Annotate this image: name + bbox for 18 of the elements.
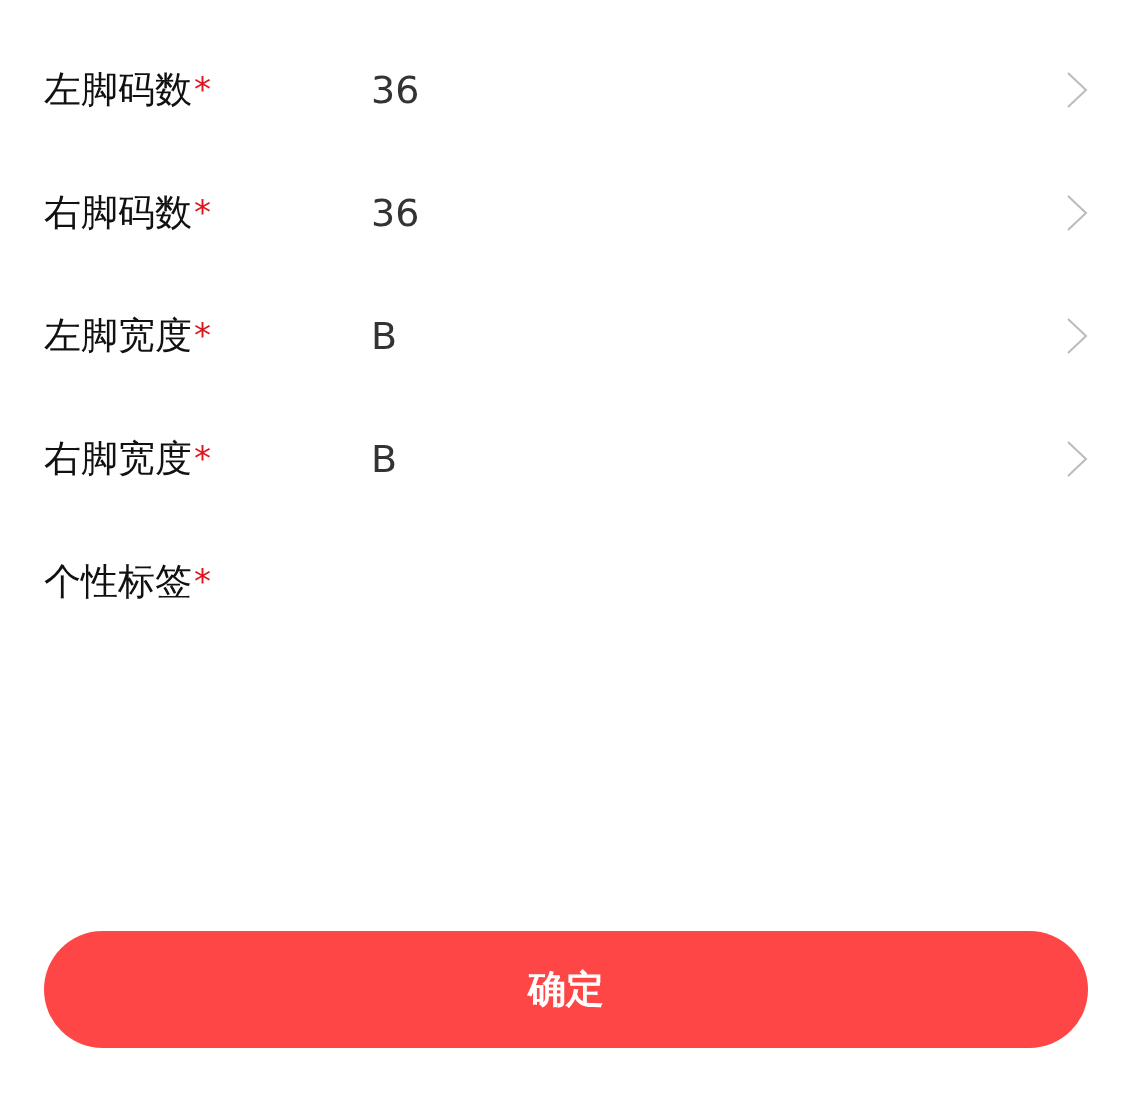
chevron-right-icon[interactable] <box>1066 193 1088 232</box>
required-mark: * <box>194 68 211 109</box>
field-value[interactable]: B <box>371 313 1066 358</box>
field-label: 右脚宽度 <box>44 435 192 482</box>
field-value[interactable]: 36 <box>371 190 1066 235</box>
field-value[interactable]: 36 <box>371 67 1066 112</box>
field-label: 个性标签 <box>44 558 192 605</box>
required-mark: * <box>194 437 211 478</box>
field-label: 右脚码数 <box>44 189 192 236</box>
required-mark: * <box>194 560 211 601</box>
required-mark: * <box>194 314 211 355</box>
field-label: 左脚码数 <box>44 66 192 113</box>
field-label: 左脚宽度 <box>44 312 192 359</box>
chevron-right-icon[interactable] <box>1066 70 1088 109</box>
chevron-right-icon[interactable] <box>1066 316 1088 355</box>
chevron-right-icon[interactable] <box>1066 439 1088 478</box>
required-mark: * <box>194 191 211 232</box>
field-value[interactable]: B <box>371 436 1066 481</box>
